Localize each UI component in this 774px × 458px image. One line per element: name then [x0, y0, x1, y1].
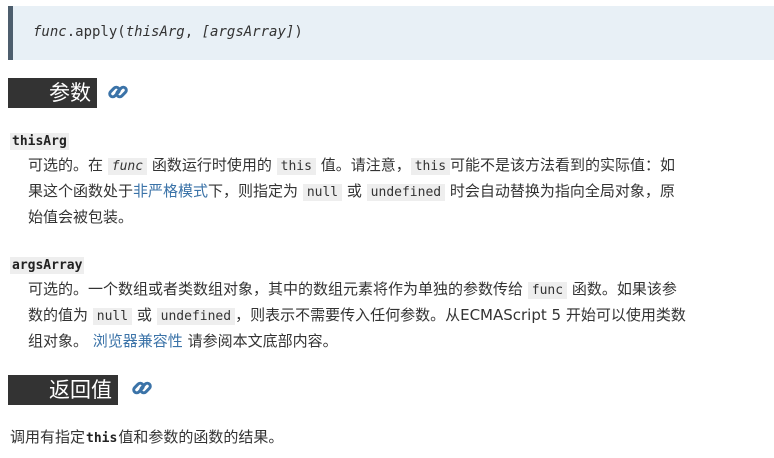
text: 或 — [342, 182, 367, 200]
code-func: func — [107, 158, 148, 175]
code-null: null — [92, 308, 133, 325]
code-this: this — [276, 158, 316, 175]
param-desc-argsarray: 可选的。一个数组或者类数组对象，其中的数组元素将作为单独的参数传给 func 函… — [28, 277, 688, 354]
param-term-argsarray: argsArray — [10, 257, 85, 274]
param-term-thisarg: thisArg — [10, 133, 69, 150]
text: 可选的。在 — [28, 156, 108, 174]
link-icon[interactable] — [130, 376, 154, 400]
syntax-argsarray: [argsArray] — [201, 24, 295, 40]
text: 调用有指定 — [10, 428, 86, 446]
code-undefined: undefined — [366, 184, 446, 201]
link-icon[interactable] — [106, 80, 130, 104]
code-undefined: undefined — [156, 308, 236, 325]
browser-compat-link[interactable]: 浏览器兼容性 — [93, 332, 183, 350]
return-heading-text: 返回值 — [49, 378, 112, 402]
text: 或 — [132, 306, 157, 324]
text: 请参阅本文底部内容。 — [182, 332, 338, 350]
syntax-close: ) — [294, 24, 303, 40]
code-null: null — [302, 184, 343, 201]
code-this: this — [410, 158, 451, 175]
text: 值。请注意， — [315, 156, 411, 174]
text: 函数运行时使用的 — [147, 156, 277, 174]
code-this: this — [86, 431, 118, 446]
params-heading: 参数 — [8, 78, 97, 108]
syntax-box: func.apply(thisArg, [argsArray]) — [8, 6, 774, 60]
text: 可选的。一个数组或者类数组对象，其中的数组元素将作为单独的参数传给 — [28, 280, 528, 298]
non-strict-mode-link[interactable]: 非严格模式 — [133, 182, 208, 200]
syntax-func: func — [33, 24, 67, 40]
return-description: 调用有指定this值和参数的函数的结果。 — [10, 426, 283, 447]
syntax-thisarg: thisArg — [125, 24, 185, 40]
code-func: func — [527, 282, 568, 299]
syntax-apply: .apply( — [66, 24, 126, 40]
syntax-code: func.apply(thisArg, [argsArray]) — [33, 24, 303, 40]
text: 值和参数的函数的结果。 — [118, 428, 284, 446]
params-heading-text: 参数 — [49, 81, 91, 105]
text: 下，则指定为 — [208, 182, 303, 200]
return-heading: 返回值 — [8, 375, 118, 405]
syntax-sep: , — [184, 24, 202, 40]
param-desc-thisarg: 可选的。在 func 函数运行时使用的 this 值。请注意， this 可能不是该… — [28, 153, 688, 230]
